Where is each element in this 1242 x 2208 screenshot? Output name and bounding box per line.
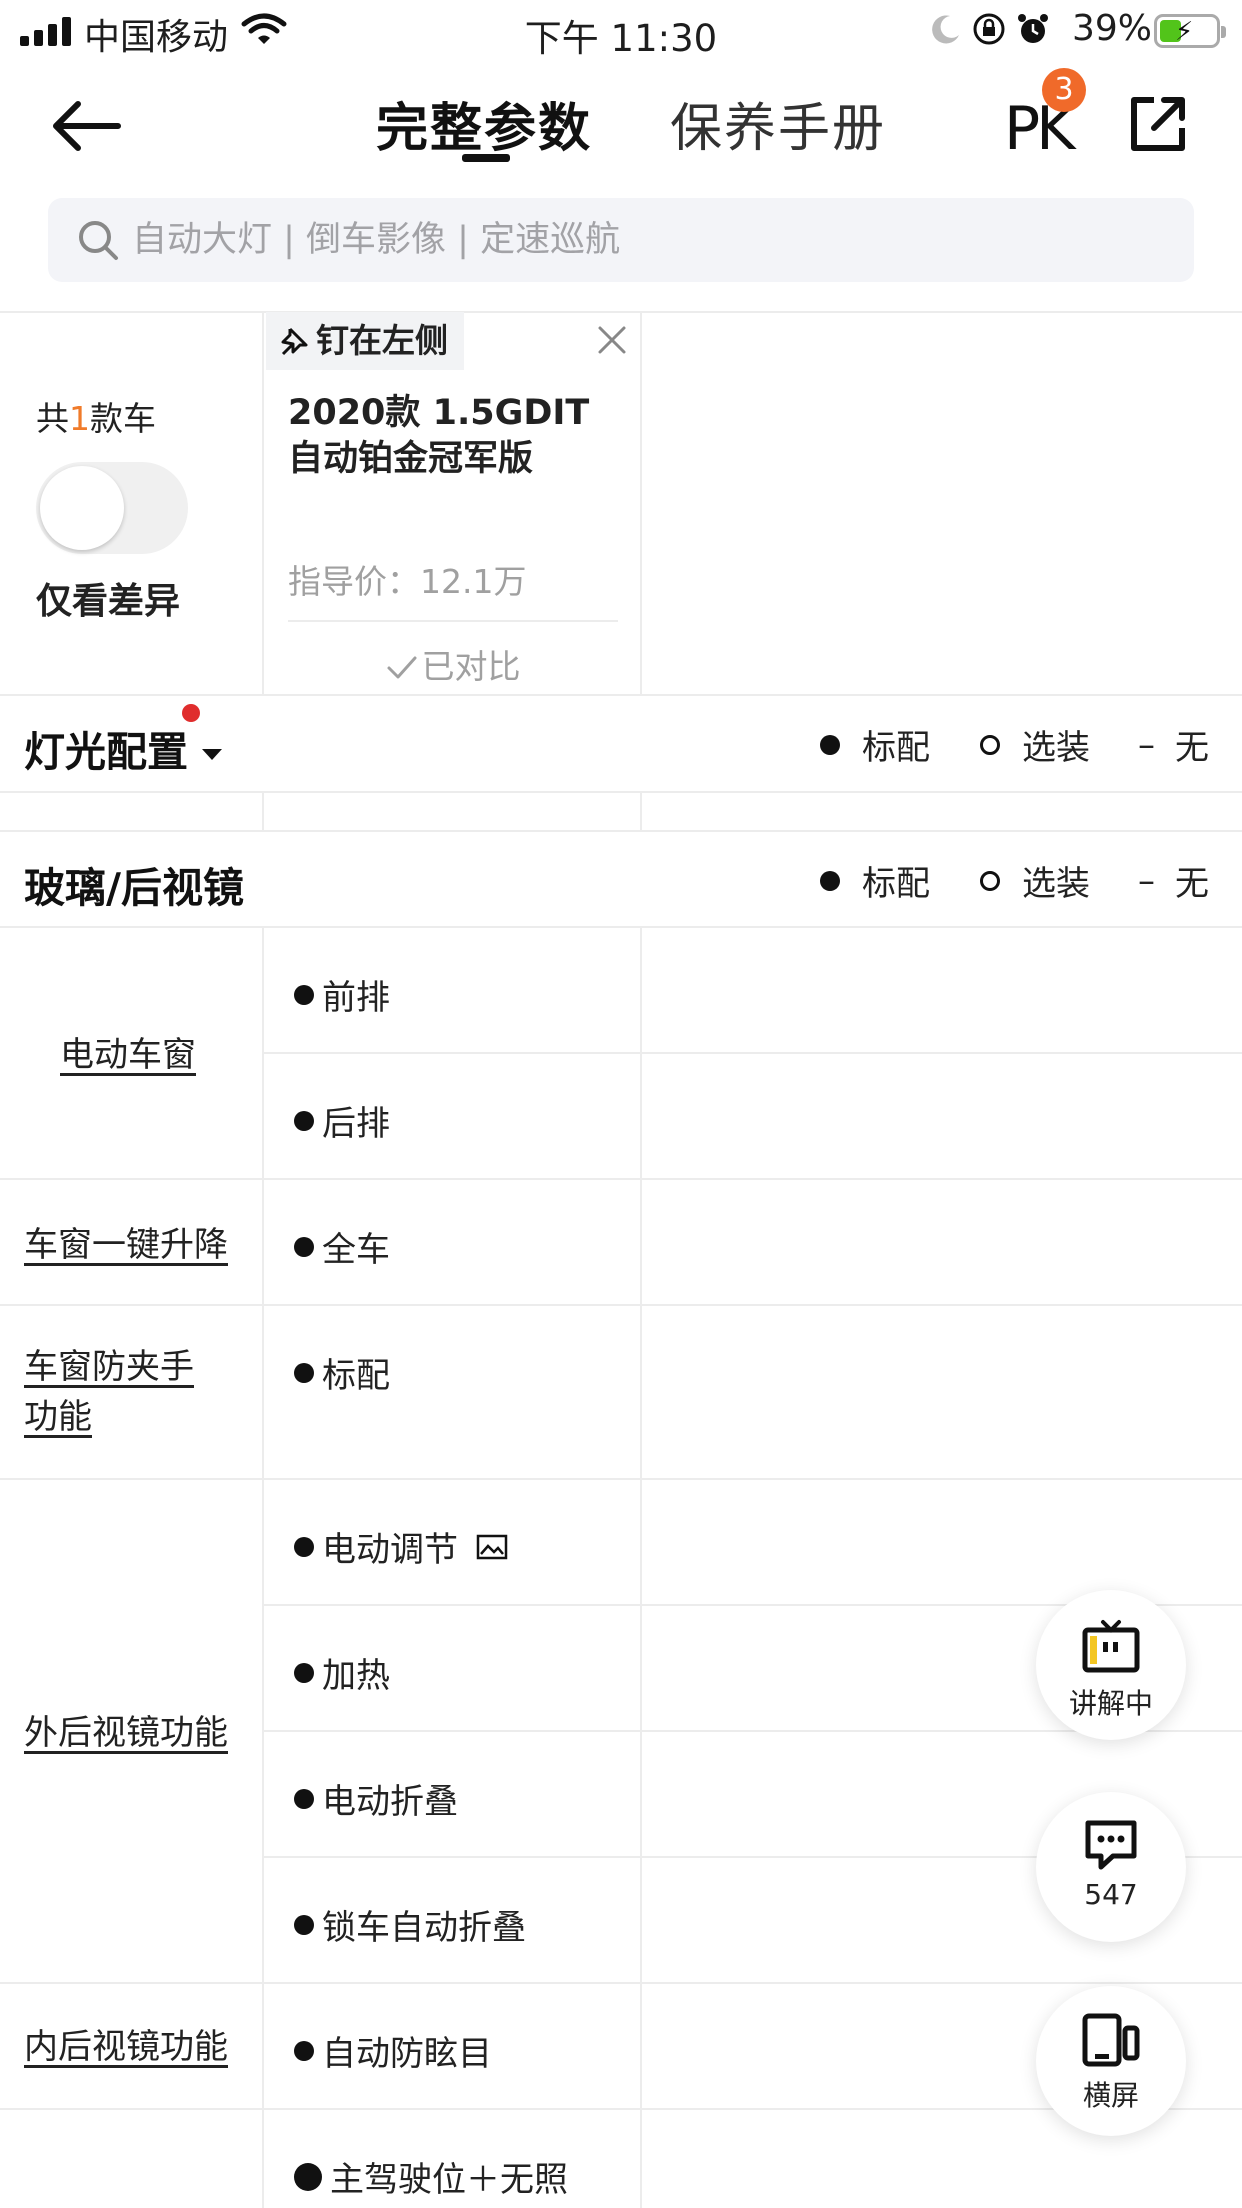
- image-icon[interactable]: [476, 1533, 508, 1561]
- value-auto-dimming: 自动防眩目: [294, 2026, 492, 2075]
- alarm-icon: [1018, 14, 1048, 43]
- diff-only-toggle[interactable]: [36, 462, 188, 554]
- search-bar[interactable]: [48, 198, 1194, 282]
- comments-button[interactable]: 547: [1036, 1792, 1186, 1942]
- car-count: 共1款车: [36, 399, 156, 438]
- moon-icon: [932, 15, 959, 44]
- optional-dot-icon: [980, 734, 1000, 755]
- value-front-row: 前排: [294, 970, 390, 1019]
- value-all-windows: 全车: [294, 1222, 390, 1271]
- value-power-fold: 电动折叠: [294, 1774, 458, 1823]
- section-glass-mirrors[interactable]: 玻璃/后视镜: [24, 854, 244, 914]
- dropdown-caret-icon: [202, 749, 222, 760]
- status-bar: 中国移动 下午 11:30 39% ⚡: [0, 0, 1242, 62]
- standard-dot-icon: [820, 870, 840, 891]
- battery-icon: ⚡: [1154, 14, 1226, 48]
- compared-status[interactable]: 已对比: [288, 640, 618, 688]
- value-driver-seat: 主驾驶位＋无照: [294, 2152, 568, 2201]
- param-one-touch-windows[interactable]: 车窗一键升降: [24, 1220, 228, 1270]
- search-input[interactable]: [132, 198, 1172, 282]
- close-icon[interactable]: [596, 324, 628, 356]
- live-explain-label: 讲解中: [1068, 1687, 1153, 1720]
- diff-only-label: 仅看差异: [36, 581, 181, 622]
- value-heated: 加热: [294, 1648, 390, 1697]
- pin-icon: [281, 327, 308, 356]
- battery-percent: 39%: [1072, 8, 1153, 49]
- param-exterior-mirror[interactable]: 外后视镜功能: [24, 1708, 228, 1758]
- section-lighting[interactable]: 灯光配置: [24, 718, 222, 778]
- value-rear-row: 后排: [294, 1096, 390, 1145]
- car-model-name[interactable]: 2020款 1.5GDIT 自动铂金冠军版: [288, 390, 628, 482]
- param-power-windows[interactable]: 电动车窗: [60, 1030, 196, 1080]
- tab-full-params[interactable]: 完整参数: [376, 86, 592, 161]
- back-arrow-icon[interactable]: [48, 92, 124, 160]
- check-icon: [387, 656, 416, 679]
- rotation-lock-icon: [973, 13, 1005, 45]
- active-tab-indicator: [462, 154, 510, 162]
- rotate-screen-icon: [1082, 2013, 1140, 2067]
- live-explain-button[interactable]: 讲解中: [1036, 1590, 1186, 1740]
- comments-count: 547: [1084, 1878, 1138, 1911]
- value-anti-pinch: 标配: [294, 1348, 390, 1397]
- param-interior-mirror[interactable]: 内后视镜功能: [24, 2022, 228, 2072]
- legend: 标配 选装 – 无: [820, 856, 1209, 905]
- pk-count-badge: 3: [1042, 68, 1086, 112]
- notification-dot: [182, 704, 200, 722]
- tv-icon: [1082, 1620, 1140, 1673]
- standard-dot-icon: [820, 734, 840, 755]
- tab-maintenance-manual[interactable]: 保养手册: [670, 86, 886, 161]
- comment-icon: [1085, 1820, 1137, 1870]
- status-time: 下午 11:30: [524, 17, 718, 60]
- pin-left-button[interactable]: 钉在左侧: [266, 312, 464, 370]
- share-icon[interactable]: [1128, 94, 1188, 154]
- car-guide-price: 指导价：12.1万: [288, 562, 527, 601]
- landscape-label: 横屏: [1082, 2079, 1139, 2112]
- value-auto-fold-on-lock: 锁车自动折叠: [294, 1900, 526, 1949]
- param-anti-pinch[interactable]: 车窗防夹手功能: [24, 1342, 224, 1442]
- legend: 标配 选装 – 无: [820, 720, 1209, 769]
- value-power-adjust[interactable]: 电动调节: [294, 1522, 508, 1571]
- optional-dot-icon: [980, 870, 1000, 891]
- landscape-button[interactable]: 横屏: [1036, 1986, 1186, 2136]
- search-icon: [79, 221, 118, 260]
